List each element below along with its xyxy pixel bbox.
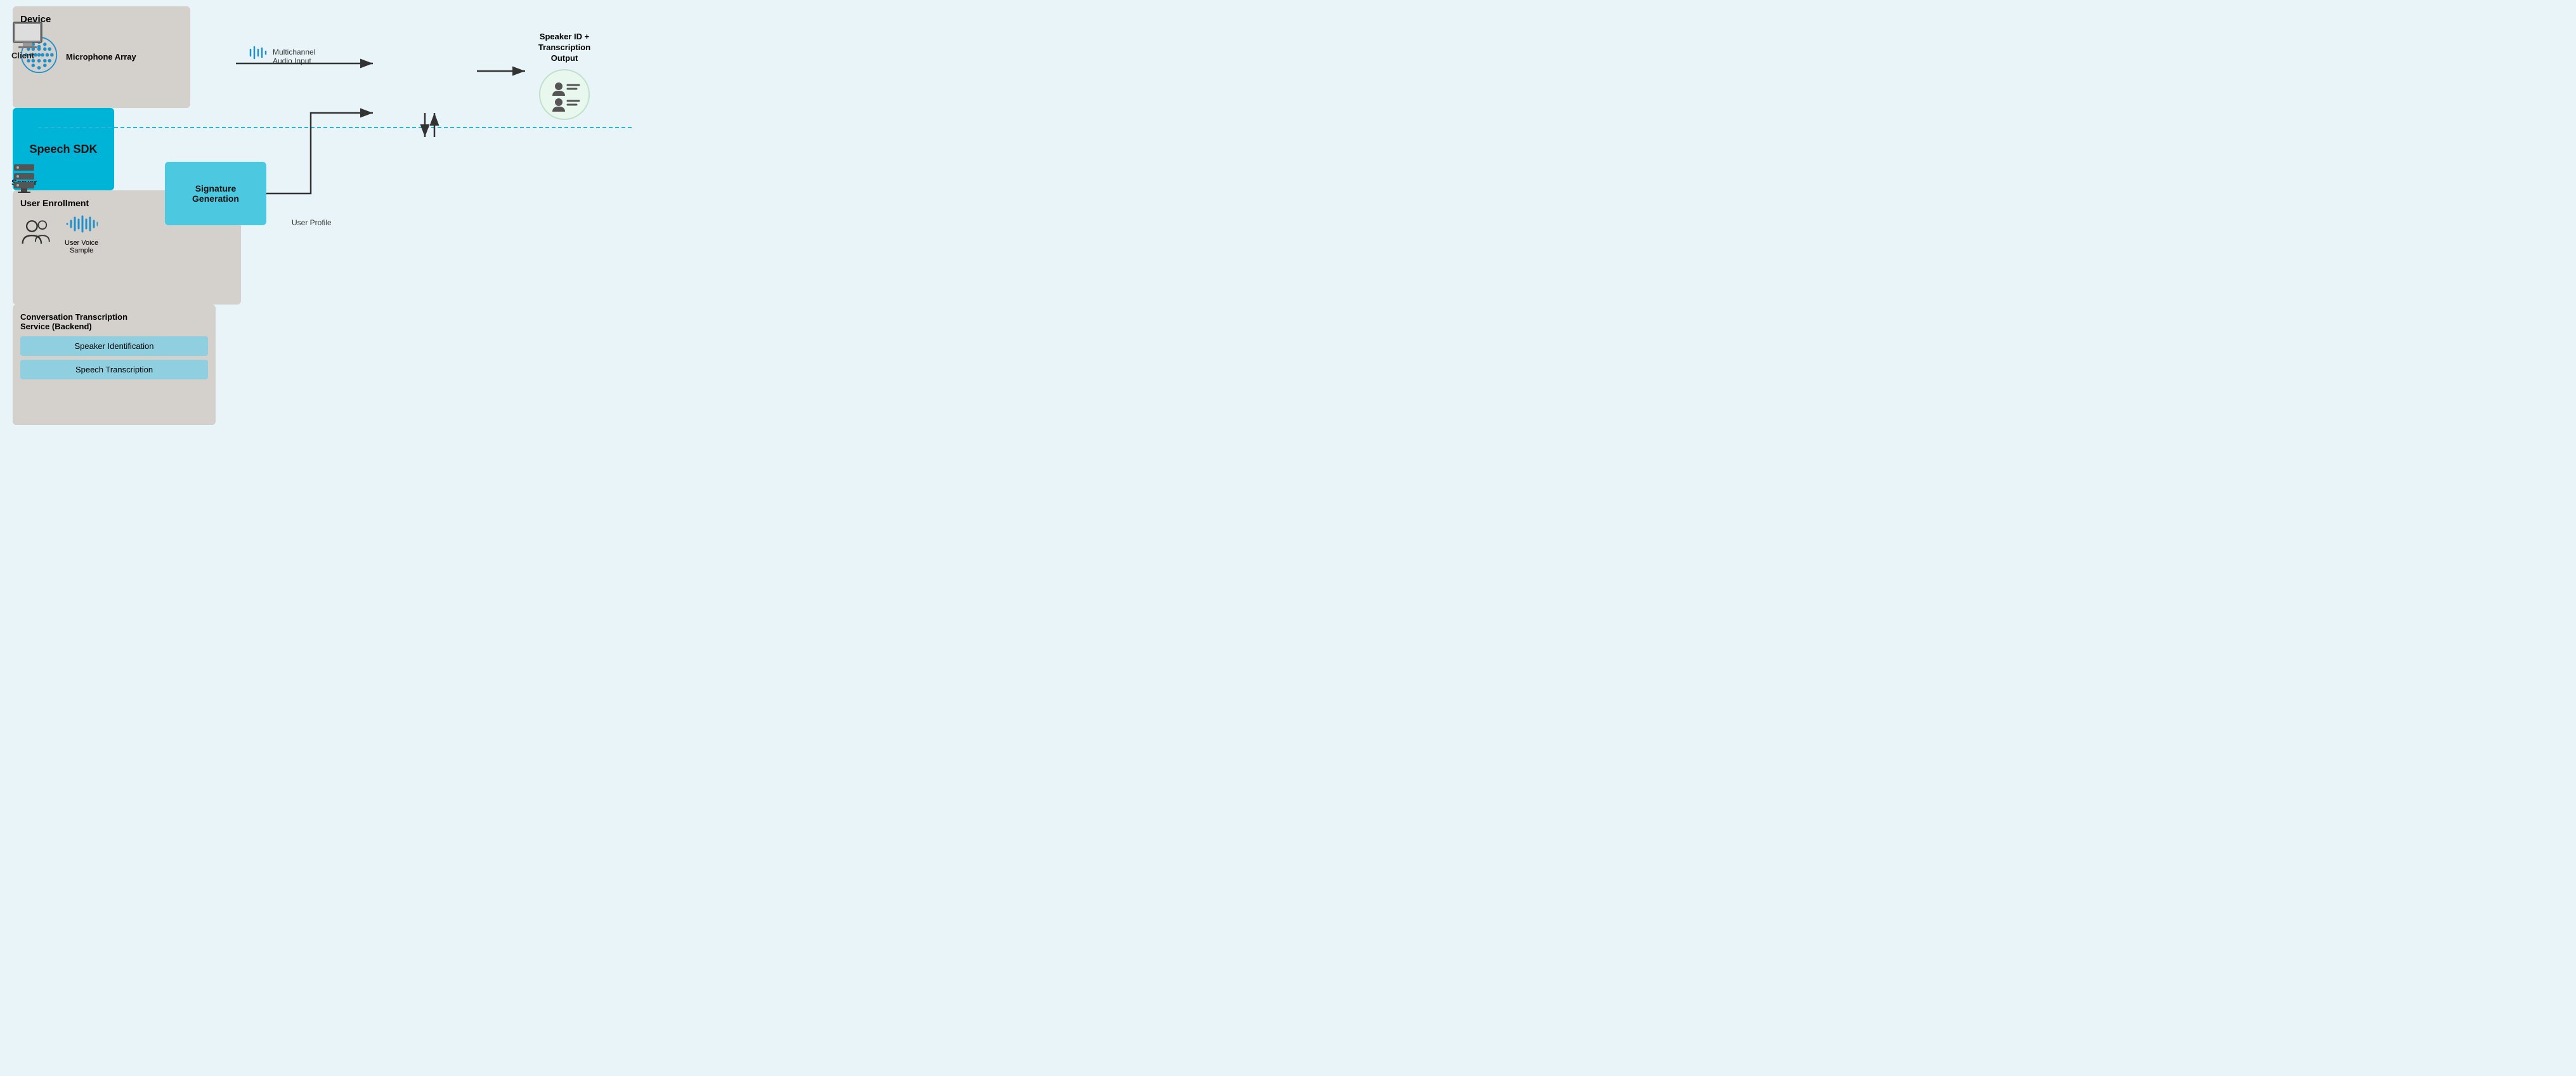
speaker-id-label: Speaker Identification	[74, 341, 153, 351]
cts-box: Conversation Transcription Service (Back…	[13, 305, 216, 425]
output-icon	[539, 69, 590, 120]
svg-text:Audio Input: Audio Input	[273, 56, 311, 65]
svg-text:User Profile: User Profile	[292, 218, 332, 227]
speaker-id-box: Speaker Identification	[20, 336, 208, 356]
server-icon	[11, 162, 37, 197]
user-voice-label: User Voice Sample	[65, 239, 98, 254]
signature-generation-box: Signature Generation	[165, 162, 266, 225]
svg-text:Multichannel: Multichannel	[273, 48, 315, 56]
client-computer-icon	[10, 19, 45, 57]
sig-gen-label: Signature Generation	[192, 183, 239, 204]
mic-label: Microphone Array	[66, 52, 136, 62]
speech-sdk-label: Speech SDK	[29, 143, 97, 156]
output-area: Speaker ID + Transcription Output	[526, 32, 602, 120]
diagram: Client Server Device	[0, 0, 644, 269]
speech-trans-box: Speech Transcription	[20, 360, 208, 379]
cts-title: Conversation Transcription Service (Back…	[20, 312, 208, 331]
speech-trans-label: Speech Transcription	[75, 365, 153, 374]
voice-wave-icon	[66, 214, 98, 237]
section-divider	[38, 127, 632, 128]
output-label: Speaker ID + Transcription Output	[526, 32, 602, 64]
people-icon	[20, 216, 55, 254]
